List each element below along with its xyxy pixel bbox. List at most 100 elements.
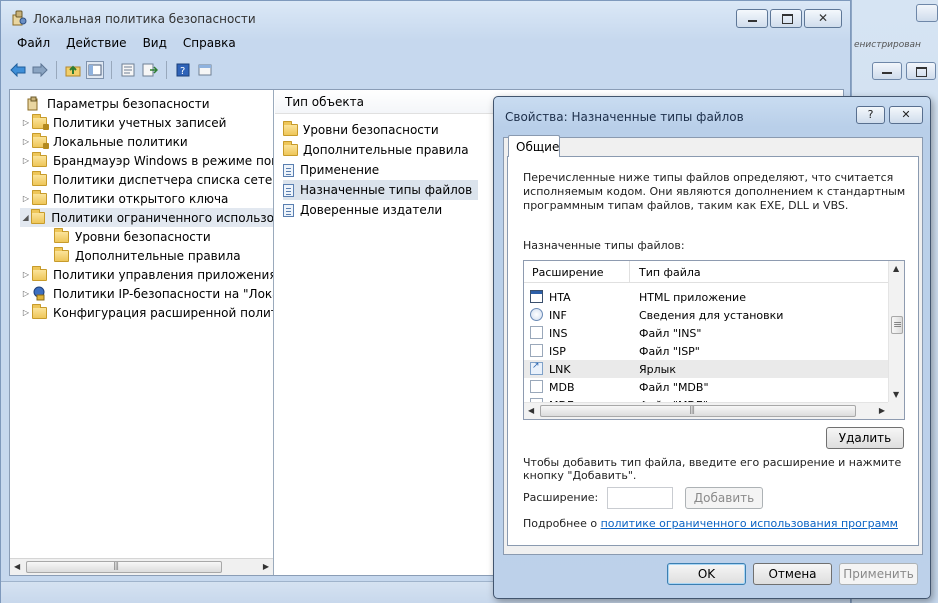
window-title: Локальная политика безопасности bbox=[33, 12, 256, 26]
menu-file[interactable]: Файл bbox=[9, 33, 58, 55]
tree-item-local-policies[interactable]: ▷ Локальные политики bbox=[20, 132, 188, 151]
list-item-enforcement[interactable]: Применение bbox=[283, 160, 385, 180]
column-header-extension[interactable]: Расширение bbox=[532, 266, 604, 279]
scroll-thumb[interactable] bbox=[26, 561, 222, 573]
tree-item-security-levels[interactable]: Уровни безопасности bbox=[42, 227, 211, 246]
list-header: Расширение Тип файла bbox=[524, 261, 889, 283]
show-hide-tree-icon[interactable] bbox=[86, 61, 104, 79]
expand-arrow-icon[interactable]: ▷ bbox=[20, 137, 32, 146]
table-row[interactable]: MDB Файл "MDB" bbox=[524, 378, 889, 396]
table-row[interactable]: INF Сведения для установки bbox=[524, 306, 889, 324]
inf-icon bbox=[530, 308, 543, 321]
menu-action[interactable]: Действие bbox=[58, 33, 134, 55]
expand-arrow-icon[interactable]: ▷ bbox=[20, 156, 32, 165]
tree-item-label: Политики ограниченного использо bbox=[51, 210, 274, 225]
tree-pane: Параметры безопасности ▷ Политики учетны… bbox=[10, 90, 274, 575]
list-item-trusted-publishers[interactable]: Доверенные издатели bbox=[283, 200, 448, 220]
tab-general[interactable]: Общие bbox=[508, 135, 560, 157]
list-item-label: Назначенные типы файлов bbox=[300, 183, 473, 197]
cancel-button[interactable]: Отмена bbox=[753, 563, 832, 585]
tree-item-windows-firewall[interactable]: ▷ Брандмауэр Windows в режиме пов bbox=[20, 151, 273, 170]
collapse-arrow-icon[interactable]: ◢ bbox=[20, 213, 31, 222]
scroll-left-icon[interactable]: ◀ bbox=[14, 562, 20, 571]
row-file-type: Ярлык bbox=[639, 363, 676, 376]
expand-arrow-icon[interactable]: ▷ bbox=[20, 270, 32, 279]
row-extension: INS bbox=[549, 327, 568, 340]
table-row[interactable]: LNK Ярлык bbox=[524, 360, 889, 378]
folder-icon bbox=[32, 303, 47, 319]
apply-button[interactable]: Применить bbox=[839, 563, 918, 585]
tree-horizontal-scrollbar[interactable]: ◀ ▶ bbox=[10, 558, 273, 575]
tree-item-software-restriction-policies[interactable]: ◢ Политики ограниченного использо bbox=[20, 208, 274, 227]
tree-item-advanced-audit[interactable]: ▷ Конфигурация расширенной полит bbox=[20, 303, 273, 322]
help-icon[interactable]: ? bbox=[174, 61, 192, 79]
tree-item-account-policies[interactable]: ▷ Политики учетных записей bbox=[20, 113, 226, 132]
add-hint-text: Чтобы добавить тип файла, введите его ра… bbox=[523, 456, 902, 482]
expand-arrow-icon[interactable]: ▷ bbox=[20, 308, 32, 317]
more-info-prefix: Подробнее о bbox=[523, 517, 598, 530]
hta-icon bbox=[530, 290, 543, 303]
extension-input[interactable] bbox=[607, 487, 673, 509]
tree-item-network-list-policies[interactable]: Политики диспетчера списка сетей bbox=[20, 170, 273, 189]
software-restriction-policy-link[interactable]: политике ограниченного использования про… bbox=[601, 517, 898, 530]
background-window-button[interactable] bbox=[916, 4, 938, 22]
tree-item-label: Дополнительные правила bbox=[75, 248, 241, 263]
close-button[interactable] bbox=[804, 9, 842, 28]
background-minimize-button[interactable] bbox=[872, 62, 902, 80]
menu-view[interactable]: Вид bbox=[135, 33, 175, 55]
add-button[interactable]: Добавить bbox=[685, 487, 763, 509]
row-file-type: Сведения для установки bbox=[639, 309, 784, 322]
tree-item-label: Политики IP-безопасности на "Лока bbox=[53, 286, 274, 301]
list-item-additional-rules[interactable]: Дополнительные правила bbox=[283, 140, 475, 160]
tree-item-additional-rules[interactable]: Дополнительные правила bbox=[42, 246, 241, 265]
table-row[interactable]: HTA HTML приложение bbox=[524, 288, 889, 306]
console-view-icon[interactable] bbox=[196, 61, 214, 79]
minimize-button[interactable] bbox=[736, 9, 768, 28]
table-row[interactable]: INS Файл "INS" bbox=[524, 324, 889, 342]
expand-arrow-icon[interactable]: ▷ bbox=[20, 289, 32, 298]
scroll-left-icon[interactable]: ◀ bbox=[528, 406, 534, 415]
list-horizontal-scrollbar[interactable]: ◀ ▶ bbox=[524, 402, 889, 419]
export-list-icon[interactable] bbox=[141, 61, 159, 79]
list-vertical-scrollbar[interactable]: ▲ ▼ bbox=[888, 261, 904, 402]
table-row[interactable]: ISP Файл "ISP" bbox=[524, 342, 889, 360]
tree-item-label: Политики учетных записей bbox=[53, 115, 227, 130]
file-types-list[interactable]: Расширение Тип файла HTA HTML приложение… bbox=[523, 260, 905, 420]
folder-icon bbox=[54, 246, 69, 262]
forward-arrow-icon[interactable] bbox=[31, 61, 49, 79]
folder-icon bbox=[31, 208, 46, 224]
tree-item-ip-security[interactable]: ▷ Политики IP-безопасности на "Лока bbox=[20, 284, 274, 303]
row-file-type: HTML приложение bbox=[639, 291, 746, 304]
properties-dialog: Свойства: Назначенные типы файлов ? ✕ Об… bbox=[493, 96, 931, 599]
scroll-thumb[interactable] bbox=[540, 405, 856, 417]
column-divider[interactable] bbox=[629, 261, 630, 283]
column-header-file-type[interactable]: Тип файла bbox=[639, 266, 701, 279]
properties-icon[interactable] bbox=[119, 61, 137, 79]
background-maximize-button[interactable] bbox=[906, 62, 936, 80]
tree-item-application-control[interactable]: ▷ Политики управления приложения bbox=[20, 265, 274, 284]
ok-button[interactable]: OK bbox=[667, 563, 746, 585]
tree-item-label: Уровни безопасности bbox=[75, 229, 211, 244]
tree-item-label: Политики управления приложения bbox=[53, 267, 274, 282]
scroll-right-icon[interactable]: ▶ bbox=[263, 562, 269, 571]
scroll-up-icon[interactable]: ▲ bbox=[893, 264, 899, 273]
list-item-security-levels[interactable]: Уровни безопасности bbox=[283, 120, 445, 140]
delete-button[interactable]: Удалить bbox=[826, 427, 904, 449]
help-button[interactable]: ? bbox=[856, 106, 885, 124]
maximize-button[interactable] bbox=[770, 9, 802, 28]
back-arrow-icon[interactable] bbox=[9, 61, 27, 79]
expand-arrow-icon[interactable]: ▷ bbox=[20, 194, 32, 203]
up-folder-icon[interactable] bbox=[64, 61, 82, 79]
scrollbar-corner bbox=[888, 402, 904, 419]
scroll-thumb[interactable] bbox=[891, 316, 903, 334]
expand-arrow-icon[interactable]: ▷ bbox=[20, 118, 32, 127]
tree-item-public-key-policies[interactable]: ▷ Политики открытого ключа bbox=[20, 189, 228, 208]
menu-help[interactable]: Справка bbox=[175, 33, 244, 55]
scroll-right-icon[interactable]: ▶ bbox=[879, 406, 885, 415]
tree-item-label: Параметры безопасности bbox=[47, 96, 210, 111]
tree-item-security-settings[interactable]: Параметры безопасности bbox=[14, 94, 210, 113]
dialog-close-button[interactable]: ✕ bbox=[889, 106, 923, 124]
list-item-label: Применение bbox=[300, 163, 380, 177]
scroll-down-icon[interactable]: ▼ bbox=[893, 390, 899, 399]
list-item-designated-file-types[interactable]: Назначенные типы файлов bbox=[283, 180, 479, 200]
